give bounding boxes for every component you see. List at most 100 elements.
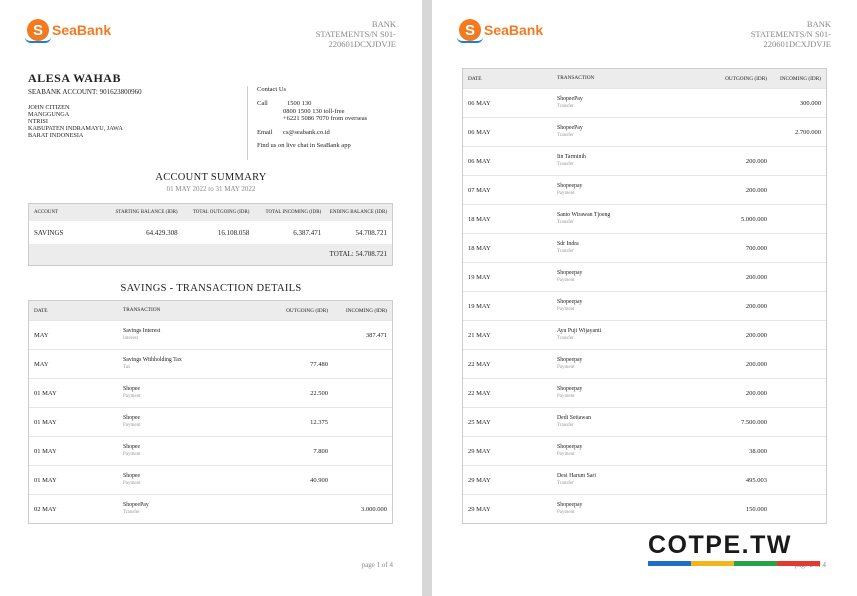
row-outgoing: 22.500: [310, 389, 328, 397]
row-type: Transfer: [557, 220, 574, 225]
header-ending-balance: ENDING BALANCE (IDR): [329, 210, 387, 215]
seabank-logo-text: SeaBank: [52, 22, 112, 38]
row-date: 01 MAY: [34, 389, 57, 397]
row-type: Payment: [557, 365, 575, 370]
table-row: 18 MAY Sdr Indra Transfer 700.000: [463, 233, 826, 262]
row-outgoing: 200.000: [745, 389, 767, 397]
row-description: Shopee: [123, 415, 141, 421]
row-date: 25 MAY: [468, 418, 491, 426]
email-link[interactable]: cs@seabank.co.id: [283, 129, 330, 136]
row-transaction: Shopee Payment: [123, 444, 228, 458]
watermark: COTPE.TW: [648, 531, 820, 566]
row-type: Transfer: [557, 481, 574, 486]
header-outgoing: OUTGOING (IDR): [725, 75, 767, 82]
statement-label: BANK: [806, 19, 831, 29]
row-description: Santo Wirawan Tjoeng: [557, 212, 611, 218]
table-row: 01 MAY Shopee Payment 12.375: [29, 407, 392, 436]
row-type: Transfer: [557, 133, 574, 138]
row-transaction: Santo Wirawan Tjoeng Transfer: [557, 212, 662, 226]
watermark-color-bar: [648, 561, 820, 566]
row-type: Payment: [123, 452, 141, 457]
seabank-logo-text: SeaBank: [484, 22, 544, 38]
table-row: 01 MAY Shopee Payment 7.800: [29, 436, 392, 465]
row-description: Shopeepay: [557, 270, 583, 276]
table-row: MAY Savings Withholding Tax Tax 77.480: [29, 349, 392, 378]
statement-label: BANK: [371, 19, 396, 29]
row-date: 21 MAY: [468, 331, 491, 339]
row-type: Tax: [123, 365, 131, 370]
row-type: Payment: [557, 394, 575, 399]
row-outgoing: 12.375: [310, 418, 328, 426]
header-transaction: TRANSACTION: [557, 75, 595, 81]
header-transaction: TRANSACTION: [123, 307, 161, 313]
live-chat-note: Find us on live chat in SeaBank app: [257, 141, 351, 149]
summary-total: TOTAL: 54.708.721: [29, 244, 392, 265]
customer-name: ALESA WAHAB: [28, 71, 121, 85]
contact-box: Contact Us Call 1500 130 0800 1500 130 t…: [247, 86, 407, 160]
row-outgoing: 200.000: [745, 302, 767, 310]
row-description: Shopeepay: [557, 357, 583, 363]
account-summary-table: ACCOUNT STARTING BALANCE (IDR) TOTAL OUT…: [28, 203, 393, 266]
row-date: 22 MAY: [468, 389, 491, 397]
row-type: Payment: [557, 452, 575, 457]
table-row: 25 MAY Dedi Setiawan Transfer 7.500.000: [463, 407, 826, 436]
cell-total-outgoing: 16.108.058: [217, 228, 250, 237]
row-transaction: Iin Tarminih Transfer: [557, 154, 662, 168]
row-transaction: Savings Interest Interest: [123, 328, 228, 342]
table-row: 01 MAY Shopee Payment 40.900: [29, 465, 392, 494]
row-type: Transfer: [123, 510, 140, 515]
row-type: Transfer: [557, 249, 574, 254]
row-type: Payment: [557, 510, 575, 515]
row-date: 02 MAY: [34, 505, 57, 513]
row-transaction: Savings Withholding Tax Tax: [123, 357, 228, 371]
row-date: 06 MAY: [468, 128, 491, 136]
header-date: DATE: [468, 75, 482, 82]
cell-total-incoming: 6.387.471: [293, 228, 322, 237]
row-type: Interest: [123, 336, 138, 341]
row-outgoing: 38.000: [749, 447, 767, 455]
table-row: 01 MAY Shopee Payment 22.500: [29, 378, 392, 407]
row-date: 01 MAY: [34, 447, 57, 455]
row-type: Transfer: [557, 423, 574, 428]
row-description: Shopeepay: [557, 386, 583, 392]
row-type: Payment: [123, 394, 141, 399]
row-outgoing: 40.900: [310, 476, 328, 484]
contact-title: Contact Us: [257, 86, 287, 93]
row-incoming: 3.000.000: [361, 505, 387, 513]
row-date: 19 MAY: [468, 302, 491, 310]
table-row: 21 MAY Ayu Puji Wijayanti Transfer 200.000: [463, 320, 826, 349]
table-row: 06 MAY Iin Tarminih Transfer 200.000: [463, 146, 826, 175]
row-transaction: Shopeepay Payment: [557, 357, 662, 371]
row-description: ShopeePay: [557, 125, 583, 131]
header-account: ACCOUNT: [34, 210, 59, 215]
row-transaction: Shopeepay Payment: [557, 386, 662, 400]
row-date: 01 MAY: [34, 476, 57, 484]
table-row: 29 MAY Desi Harum Sari Transfer 495.003: [463, 465, 826, 494]
row-transaction: Shopeepay Payment: [557, 270, 662, 284]
seabank-logo: S SeaBank: [457, 19, 544, 43]
table-row: 29 MAY Shopeepay Payment 38.000: [463, 436, 826, 465]
row-transaction: Shopee Payment: [123, 386, 228, 400]
table-row: 06 MAY ShopeePay Transfer 2.700.000: [463, 117, 826, 146]
table-row: MAY Savings Interest Interest 387.471: [29, 320, 392, 349]
table-row: 06 MAY ShopeePay Transfer 300.000: [463, 88, 826, 117]
call-tollfree: 0800 1500 130 toll-free: [283, 107, 345, 115]
row-outgoing: 7.800: [313, 447, 328, 455]
table-row: 19 MAY Shopeepay Payment 200.000: [463, 291, 826, 320]
table-row: 07 MAY Shopeepay Payment 200.000: [463, 175, 826, 204]
row-date: MAY: [34, 360, 49, 368]
row-type: Payment: [123, 423, 141, 428]
row-outgoing: 5.000.000: [741, 215, 767, 223]
row-type: Payment: [557, 307, 575, 312]
call-label: Call: [257, 100, 268, 107]
header-incoming: INCOMING (IDR): [779, 75, 821, 82]
row-description: Dedi Setiawan: [557, 415, 591, 421]
row-transaction: Ayu Puji Wijayanti Transfer: [557, 328, 662, 342]
seabank-logo-icon: S: [457, 19, 483, 43]
row-outgoing: 700.000: [745, 244, 767, 252]
statement-number: BANK STATEMENTS/N S01- 220601DCXJDVJE: [751, 19, 831, 49]
header-outgoing: OUTGOING (IDR): [286, 307, 328, 314]
row-outgoing: 200.000: [745, 331, 767, 339]
row-description: Shopee: [123, 386, 141, 392]
row-transaction: Shopee Payment: [123, 473, 228, 487]
